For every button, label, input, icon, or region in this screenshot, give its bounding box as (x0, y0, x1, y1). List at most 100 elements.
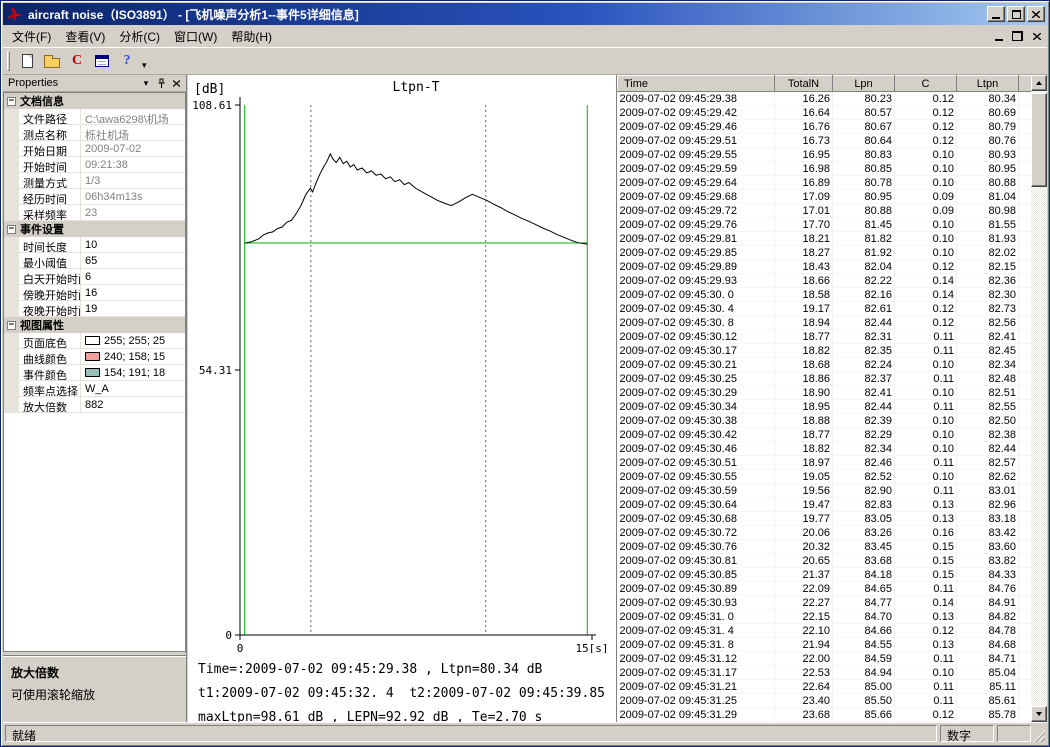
table-row[interactable]: 2009-07-02 09:45:31. 422.1084.660.1284.7… (618, 624, 1037, 638)
toolbar-gripper[interactable] (7, 51, 10, 71)
mdi-restore-button[interactable] (1009, 29, 1026, 44)
table-row[interactable]: 2009-07-02 09:45:30. 018.5882.160.1482.3… (618, 288, 1037, 302)
help-button[interactable]: ? (115, 50, 139, 72)
property-row[interactable]: 夜晚开始时间19 (4, 301, 185, 317)
table-row[interactable]: 2009-07-02 09:45:29.5916.9880.850.1080.9… (618, 162, 1037, 176)
table-row[interactable]: 2009-07-02 09:45:29.3816.2680.230.1280.3… (618, 92, 1037, 106)
scrollbar-thumb[interactable] (1031, 93, 1047, 187)
property-value[interactable]: 23 (81, 205, 185, 220)
property-value[interactable]: 154; 191; 18 (81, 365, 185, 380)
table-row[interactable]: 2009-07-02 09:45:30.1718.8282.350.1182.4… (618, 344, 1037, 358)
column-header[interactable]: Lpn (833, 76, 895, 92)
table-row[interactable]: 2009-07-02 09:45:29.9318.6682.220.1482.3… (618, 274, 1037, 288)
properties-button[interactable] (90, 50, 114, 72)
table-row[interactable]: 2009-07-02 09:45:30.1218.7782.310.1182.4… (618, 330, 1037, 344)
chart-panel[interactable]: 054.31108.61015[s]Ltpn-T[dB] Time=:2009-… (188, 75, 616, 722)
table-row[interactable]: 2009-07-02 09:45:30.7620.3283.450.1583.6… (618, 540, 1037, 554)
property-row[interactable]: 测点名称栎社机场 (4, 125, 185, 141)
menu-item[interactable]: 文件(F) (5, 24, 58, 49)
table-row[interactable]: 2009-07-02 09:45:30.8521.3784.180.1584.3… (618, 568, 1037, 582)
table-row[interactable]: 2009-07-02 09:45:30.7220.0683.260.1683.4… (618, 526, 1037, 540)
mdi-close-button[interactable] (1028, 29, 1045, 44)
table-row[interactable]: 2009-07-02 09:45:30.8120.6583.680.1583.8… (618, 554, 1037, 568)
toolbar-overflow-button[interactable]: ▾ (142, 60, 147, 74)
menu-item[interactable]: 查看(V) (58, 24, 112, 49)
analysis-c-button[interactable]: C (65, 50, 89, 72)
table-row[interactable]: 2009-07-02 09:45:31.2122.6485.000.1185.1… (618, 680, 1037, 694)
table-row[interactable]: 2009-07-02 09:45:31.1222.0084.590.1184.7… (618, 652, 1037, 666)
vertical-scrollbar[interactable] (1031, 75, 1047, 722)
table-row[interactable]: 2009-07-02 09:45:30.4618.8282.340.1082.4… (618, 442, 1037, 456)
property-row[interactable]: 白天开始时间6 (4, 269, 185, 285)
table-row[interactable]: 2009-07-02 09:45:29.5116.7380.640.1280.7… (618, 134, 1037, 148)
collapse-icon[interactable]: − (7, 225, 16, 234)
property-row[interactable]: 采样频率23 (4, 205, 185, 221)
property-value[interactable]: 16 (81, 285, 185, 300)
table-row[interactable]: 2009-07-02 09:45:30.5118.9782.460.1182.5… (618, 456, 1037, 470)
table-row[interactable]: 2009-07-02 09:45:30.2118.6882.240.1082.3… (618, 358, 1037, 372)
property-section-header[interactable]: −文档信息 (4, 93, 185, 109)
table-row[interactable]: 2009-07-02 09:45:30.9322.2784.770.1484.9… (618, 596, 1037, 610)
table-row[interactable]: 2009-07-02 09:45:31. 022.1584.700.1384.8… (618, 610, 1037, 624)
table-row[interactable]: 2009-07-02 09:45:31. 821.9484.550.1384.6… (618, 638, 1037, 652)
property-row[interactable]: 曲线颜色240; 158; 15 (4, 349, 185, 365)
minimize-button[interactable] (987, 6, 1005, 22)
property-value[interactable]: 栎社机场 (81, 125, 185, 140)
table-row[interactable]: 2009-07-02 09:45:30.5919.5682.900.1183.0… (618, 484, 1037, 498)
column-header[interactable]: TotalN (775, 76, 833, 92)
table-row[interactable]: 2009-07-02 09:45:29.8918.4382.040.1282.1… (618, 260, 1037, 274)
property-value[interactable]: 65 (81, 253, 185, 268)
table-row[interactable]: 2009-07-02 09:45:29.4216.6480.570.1280.6… (618, 106, 1037, 120)
property-row[interactable]: 傍晚开始时间16 (4, 285, 185, 301)
table-row[interactable]: 2009-07-02 09:45:31.2523.4085.500.1185.6… (618, 694, 1037, 708)
property-row[interactable]: 页面底色255; 255; 25 (4, 333, 185, 349)
property-row[interactable]: 开始日期2009-07-02 (4, 141, 185, 157)
scroll-up-button[interactable] (1031, 75, 1047, 91)
table-row[interactable]: 2009-07-02 09:45:31.1722.5384.940.1085.0… (618, 666, 1037, 680)
title-bar[interactable]: aircraft noise（ISO3891） - [飞机噪声分析1--事件5详… (3, 3, 1047, 25)
property-value[interactable]: 06h34m13s (81, 189, 185, 204)
property-row[interactable]: 测量方式1/3 (4, 173, 185, 189)
table-row[interactable]: 2009-07-02 09:45:30.2918.9082.410.1082.5… (618, 386, 1037, 400)
property-value[interactable]: 6 (81, 269, 185, 284)
property-row[interactable]: 放大倍数882 (4, 397, 185, 413)
table-row[interactable]: 2009-07-02 09:45:29.6817.0980.950.0981.0… (618, 190, 1037, 204)
collapse-icon[interactable]: − (7, 321, 16, 330)
property-section-header[interactable]: −视图属性 (4, 317, 185, 333)
property-row[interactable]: 频率点选择W_A (4, 381, 185, 397)
collapse-icon[interactable]: − (7, 97, 16, 106)
scroll-down-button[interactable] (1031, 706, 1047, 722)
table-row[interactable]: 2009-07-02 09:45:30.8922.0984.650.1184.7… (618, 582, 1037, 596)
property-section-header[interactable]: −事件设置 (4, 221, 185, 237)
property-row[interactable]: 文件路径C:\awa6298\机场 (4, 109, 185, 125)
property-value[interactable]: 10 (81, 237, 185, 252)
property-value[interactable]: C:\awa6298\机场 (81, 109, 185, 124)
table-row[interactable]: 2009-07-02 09:45:30. 818.9482.440.1282.5… (618, 316, 1037, 330)
property-row[interactable]: 最小阈值65 (4, 253, 185, 269)
property-row[interactable]: 事件颜色154; 191; 18 (4, 365, 185, 381)
table-row[interactable]: 2009-07-02 09:45:30.5519.0582.520.1082.6… (618, 470, 1037, 484)
table-row[interactable]: 2009-07-02 09:45:31.2923.6885.660.1285.7… (618, 708, 1037, 722)
panel-menu-button[interactable]: ▾ (139, 77, 153, 90)
property-value[interactable]: 1/3 (81, 173, 185, 188)
resize-grip-icon[interactable] (1032, 729, 1045, 742)
mdi-minimize-button[interactable] (990, 29, 1007, 44)
close-button[interactable] (1027, 6, 1045, 22)
table-row[interactable]: 2009-07-02 09:45:29.6416.8980.780.1080.8… (618, 176, 1037, 190)
table-row[interactable]: 2009-07-02 09:45:30.6419.4782.830.1382.9… (618, 498, 1037, 512)
column-header[interactable]: Ltpn (957, 76, 1019, 92)
table-row[interactable]: 2009-07-02 09:45:29.7617.7081.450.1081.5… (618, 218, 1037, 232)
new-file-button[interactable] (15, 50, 39, 72)
property-value[interactable]: 240; 158; 15 (81, 349, 185, 364)
table-row[interactable]: 2009-07-02 09:45:30.3418.9582.440.1182.5… (618, 400, 1037, 414)
table-row[interactable]: 2009-07-02 09:45:29.7217.0180.880.0980.9… (618, 204, 1037, 218)
table-row[interactable]: 2009-07-02 09:45:30.4218.7782.290.1082.3… (618, 428, 1037, 442)
table-row[interactable]: 2009-07-02 09:45:30.3818.8882.390.1082.5… (618, 414, 1037, 428)
menu-item[interactable]: 窗口(W) (167, 24, 224, 49)
table-row[interactable]: 2009-07-02 09:45:29.4616.7680.670.1280.7… (618, 120, 1037, 134)
ltpn-chart[interactable]: 054.31108.61015[s]Ltpn-T[dB] (188, 75, 616, 653)
property-value[interactable]: 882 (81, 397, 185, 412)
table-row[interactable]: 2009-07-02 09:45:29.5516.9580.830.1080.9… (618, 148, 1037, 162)
open-file-button[interactable] (40, 50, 64, 72)
column-header[interactable]: C (895, 76, 957, 92)
